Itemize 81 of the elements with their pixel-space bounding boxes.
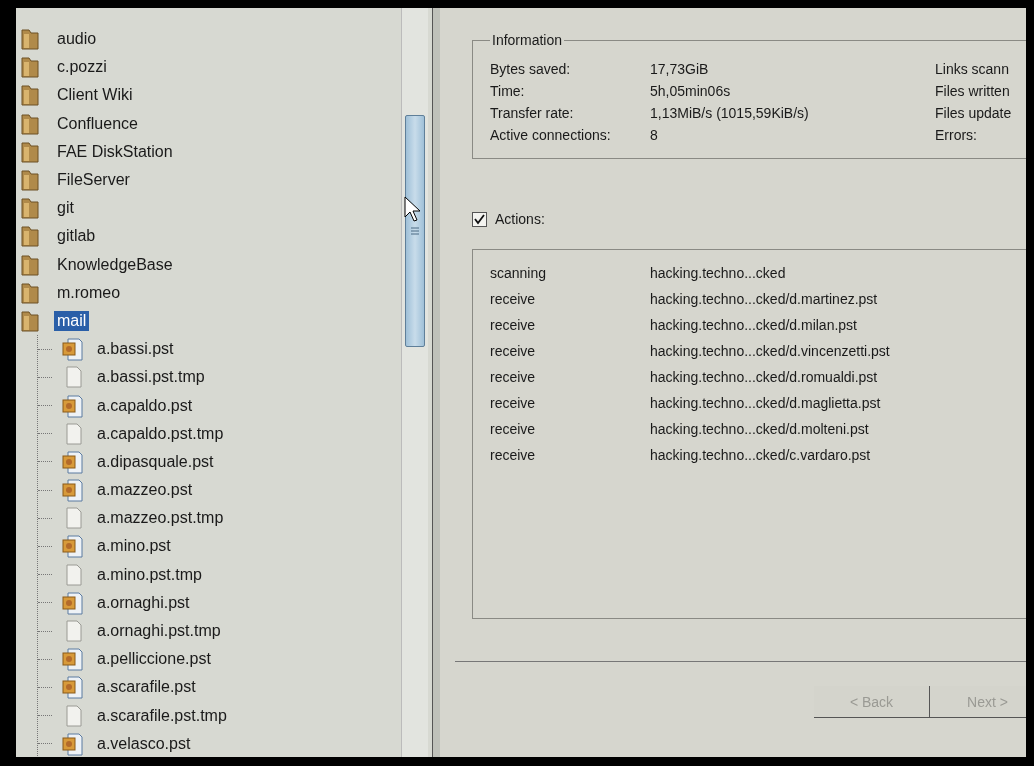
group-title: Information [491, 32, 564, 48]
tree-item[interactable]: a.ornaghi.pst [94, 592, 193, 613]
tree-item[interactable]: gitlab [54, 226, 99, 247]
action-name: scanning [490, 265, 548, 281]
action-name: receive [490, 421, 537, 437]
checkbox[interactable] [472, 211, 487, 227]
pst-file-icon [62, 337, 84, 362]
pst-file-icon [62, 675, 84, 700]
tree-item[interactable]: a.capaldo.pst.tmp [94, 423, 227, 444]
folder-icon [20, 252, 40, 277]
pst-file-icon [62, 478, 84, 503]
info-label: Errors: [935, 127, 978, 143]
info-label: Time: [490, 83, 526, 99]
grip-icon [410, 227, 420, 235]
tree-item[interactable]: FileServer [54, 170, 133, 191]
scrollbar[interactable] [401, 8, 428, 757]
info-label: Transfer rate: [490, 105, 575, 121]
tree-item[interactable]: a.scarafile.pst.tmp [94, 705, 230, 726]
file-path: hacking.techno...cked [650, 265, 787, 281]
info-label: Bytes saved: [490, 61, 572, 77]
tree-item[interactable]: Confluence [54, 113, 141, 134]
folder-icon [20, 280, 40, 305]
pst-file-icon [62, 449, 84, 474]
file-path: hacking.techno...cked/d.maglietta.pst [650, 395, 882, 411]
tree-item[interactable]: Client Wiki [54, 85, 136, 106]
tree-item[interactable]: a.velasco.pst [94, 733, 194, 754]
info-value: 5h,05min06s [650, 83, 732, 99]
file-path: hacking.techno...cked/d.romualdi.pst [650, 369, 879, 385]
folder-icon [20, 83, 40, 108]
tree-item[interactable]: a.bassi.pst.tmp [94, 367, 208, 388]
tree-item[interactable]: a.mino.pst [94, 536, 174, 557]
action-name: receive [490, 291, 537, 307]
tree-item[interactable]: a.scarafile.pst [94, 677, 199, 698]
tree-item[interactable]: KnowledgeBase [54, 254, 176, 275]
action-name: receive [490, 395, 537, 411]
pst-file-icon [62, 590, 84, 615]
folder-icon [20, 224, 40, 249]
tree-item[interactable]: audio [54, 29, 100, 50]
folder-icon [20, 27, 40, 52]
checkbox-label: Actions: [495, 211, 545, 227]
action-name: receive [490, 343, 537, 359]
file-path: hacking.techno...cked/d.molteni.pst [650, 421, 870, 437]
tree-item[interactable]: a.mino.pst.tmp [94, 564, 205, 585]
info-label: Links scann [935, 61, 1010, 77]
tree-item[interactable]: c.pozzi [54, 57, 110, 78]
tree-item[interactable]: a.mazzeo.pst [94, 480, 196, 501]
tree-item[interactable]: a.mazzeo.pst.tmp [94, 508, 227, 529]
tree-item[interactable]: a.ornaghi.pst.tmp [94, 621, 224, 642]
info-label: Files written [935, 83, 1011, 99]
tree-item[interactable]: m.romeo [54, 282, 124, 303]
tree-item[interactable]: a.pelliccione.pst [94, 649, 214, 670]
action-name: receive [490, 317, 537, 333]
info-value: 1,13MiB/s (1015,59KiB/s) [650, 105, 810, 121]
folder-icon [20, 168, 40, 193]
tree-item[interactable]: a.capaldo.pst [94, 395, 196, 416]
tree-item[interactable]: git [54, 198, 77, 219]
folder-icon [20, 139, 40, 164]
pst-file-icon [62, 731, 84, 756]
pst-file-icon [62, 393, 84, 418]
tree-item[interactable]: a.bassi.pst [94, 339, 177, 360]
info-label: Active connections: [490, 127, 612, 143]
file-path: hacking.techno...cked/c.vardaro.pst [650, 447, 872, 463]
pane-splitter[interactable] [432, 8, 440, 757]
folder-icon [20, 55, 40, 80]
info-value: 8 [650, 127, 659, 143]
tree-item[interactable]: mail [54, 310, 90, 331]
folder-icon [20, 111, 40, 136]
info-value: 17,73GiB [650, 61, 710, 77]
action-name: receive [490, 369, 537, 385]
tree-item[interactable]: FAE DiskStation [54, 141, 176, 162]
pst-file-icon [62, 534, 84, 559]
pst-file-icon [62, 647, 84, 672]
folder-icon [20, 196, 40, 221]
file-path: hacking.techno...cked/d.milan.pst [650, 317, 858, 333]
info-label: Files update [935, 105, 1013, 121]
file-path: hacking.techno...cked/d.vincenzetti.pst [650, 343, 891, 359]
action-name: receive [490, 447, 537, 463]
tree-item[interactable]: a.dipasquale.pst [94, 451, 217, 472]
mouse-pointer-icon [404, 196, 422, 222]
file-path: hacking.techno...cked/d.martinez.pst [650, 291, 879, 307]
folder-icon [20, 308, 40, 333]
